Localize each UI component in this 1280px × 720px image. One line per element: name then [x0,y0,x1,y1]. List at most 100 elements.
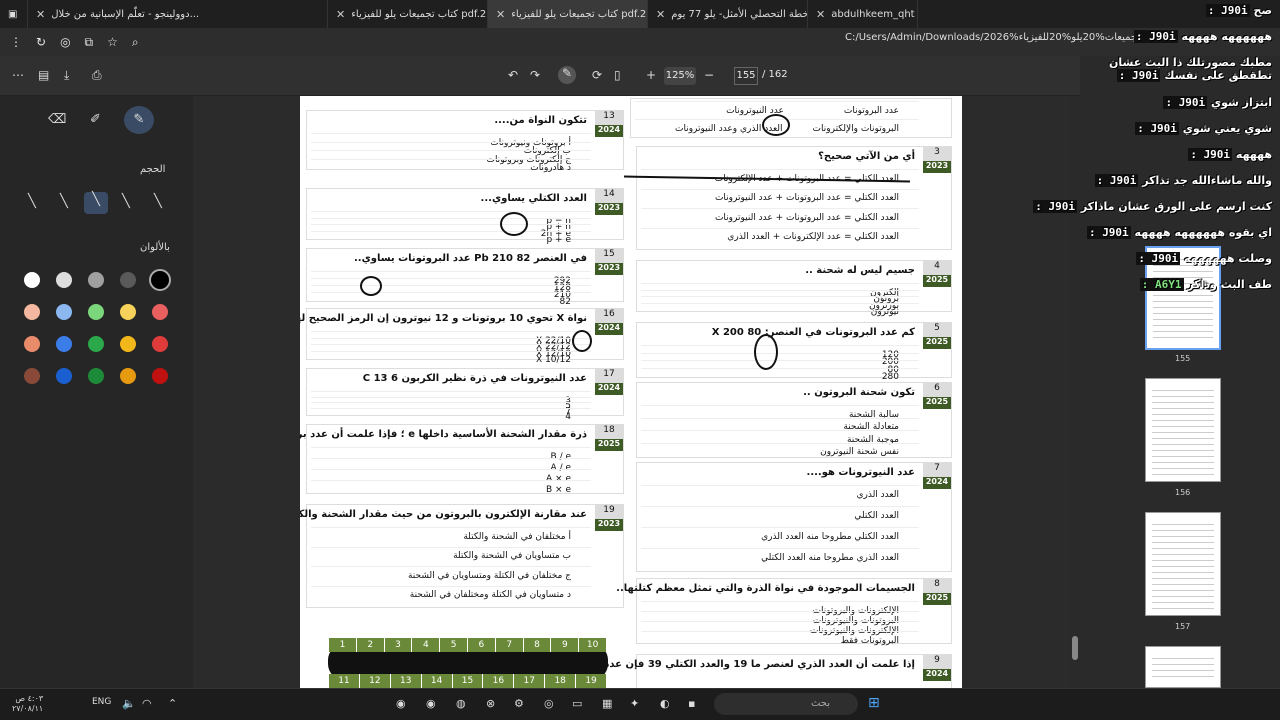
refresh-icon[interactable]: ↻ [36,35,46,49]
question-card: 9 2024 إذا علمت أن العدد الذري لعنصر ما 19… [501,654,952,688]
print-icon[interactable]: ⎙ [92,68,102,83]
question-number: 13 [595,111,623,125]
app-icon[interactable]: ◉ [396,697,406,710]
color-swatch[interactable] [88,272,104,288]
undo-icon[interactable]: ↶ [508,68,518,82]
thumbnail-label: 156 [1175,488,1191,497]
color-swatch[interactable] [152,336,168,352]
redo-icon[interactable]: ↷ [530,68,540,82]
tab[interactable]: ✕كتاب تجميعات يلو للفيزياء pdf.26 [328,0,488,28]
volume-icon[interactable]: 🔈 [122,697,136,710]
question-card: عدد البروتونات عدد النيوترونات البروتونات… [630,98,952,138]
question-card: 3 2023 أي من الآتي صحيح؟ العدد الكتلي = عدد… [636,146,952,250]
size-option[interactable]: ╲ [122,194,130,209]
store-icon[interactable]: ▦ [602,697,612,710]
size-option[interactable]: ╲ [60,194,68,209]
chrome-icon[interactable]: ◎ [544,697,554,710]
xbox-icon[interactable]: ⊗ [486,697,495,710]
color-swatch[interactable] [56,304,72,320]
extensions-icon[interactable]: ⧉ [85,35,94,50]
menu-icon[interactable]: ⋮ [10,35,22,49]
thumbnail-page[interactable] [1145,378,1221,482]
settings-icon[interactable]: ⚙ [514,697,524,710]
taskbar-search[interactable]: بحث [714,693,858,715]
settings-icon[interactable]: ◎ [60,35,70,49]
color-swatch[interactable] [88,336,104,352]
thumbnail-page[interactable] [1145,512,1221,616]
pen-icon[interactable]: ✎ [124,106,154,134]
tab[interactable]: ✕ دوولينجو - تعلّم الإسبانية من خلال... [28,0,328,28]
color-swatch[interactable] [120,368,136,384]
year-badge: 2024 [595,383,623,395]
question-number: 16 [595,309,623,323]
color-swatch[interactable] [120,304,136,320]
tab-active[interactable]: ✕كتاب تجميعات يلو للفيزياء pdf.26 [488,0,648,28]
question-card: 13 2024 تتكون النواة من.... أ بروتونات ونيو… [306,110,624,173]
windows-start-icon[interactable]: ⊞ [868,695,880,711]
folder-icon[interactable]: ▭ [572,697,582,710]
color-swatch[interactable] [24,304,40,320]
size-option-selected[interactable]: ╲ [84,192,108,214]
color-swatch[interactable] [152,368,168,384]
answer-cell: 12 [358,674,390,688]
highlighter-icon[interactable]: ✐ [90,112,101,127]
scroll-thumb[interactable] [1072,636,1078,660]
discord-icon[interactable]: ◍ [456,697,466,710]
color-swatch[interactable] [24,368,40,384]
question-card: 17 2024 عدد النيوترونات في ذرة نظير الكربو… [306,368,624,422]
close-icon[interactable]: ✕ [656,8,665,21]
app-icon[interactable]: ▪ [688,697,695,710]
more-icon[interactable]: ⋯ [12,68,24,82]
chat-username: J90i : [1094,174,1139,187]
size-option[interactable]: ╲ [28,194,36,209]
tab[interactable]: ✕abdulhkeem_qht Stream - [808,0,918,28]
save-icon[interactable]: ▤ [38,68,49,82]
pen-mark [762,114,790,136]
color-swatch[interactable] [88,368,104,384]
color-swatch[interactable] [24,336,40,352]
page-number-input[interactable]: 155 [734,67,758,85]
favorite-icon[interactable]: ☆ [107,35,118,49]
copilot-icon[interactable]: ✦ [630,697,639,710]
chat-message: اي بقوه ههههههه ههههه J90i : [1086,226,1272,239]
zoom-in-icon[interactable]: + [646,68,656,82]
close-icon[interactable]: ✕ [336,8,345,21]
window-menu-icon[interactable]: ▣ [0,0,28,28]
color-swatch[interactable] [120,336,136,352]
app-icon[interactable]: ◉ [426,697,436,710]
answer-cell: 2 [355,638,384,652]
color-swatch[interactable] [149,269,171,291]
color-swatch[interactable] [56,272,72,288]
zoom-out-icon[interactable]: − [704,68,714,82]
color-swatch[interactable] [24,272,40,288]
chat-username: J90i : [1188,148,1233,161]
clock[interactable]: ٤:٠٣ ص ٢٧/٠٨/١١ [12,694,43,714]
draw-icon[interactable]: ✎ [558,66,576,84]
tab[interactable]: ✕ خطة التحصلي الأمثل- يلو 77 يوم [648,0,808,28]
answer-cell: 5 [439,638,468,652]
eraser-icon[interactable]: ⌫ [48,112,66,127]
language-indicator[interactable]: ENG [92,697,111,707]
close-icon[interactable]: ✕ [36,8,45,21]
size-option[interactable]: ╲ [154,194,162,209]
fit-page-icon[interactable]: ▯ [614,68,621,82]
wifi-icon[interactable]: ◠ [142,697,152,710]
ink-tool-panel: ⌫ ✐ ✎ الحجم ╲ ╲ ╲ ╲ ╲ بالألوان [0,96,193,688]
color-swatch[interactable] [88,304,104,320]
download-icon[interactable]: ⤓ [64,68,69,83]
color-swatch[interactable] [120,272,136,288]
thumbnail-label: 157 [1175,622,1191,631]
thumbnail-page[interactable] [1145,646,1221,688]
color-swatch[interactable] [56,336,72,352]
rotate-icon[interactable]: ⟳ [592,68,602,82]
color-swatch[interactable] [56,368,72,384]
zoom-level[interactable]: 125% [664,67,696,85]
chevron-up-icon[interactable]: ⌃ [168,697,177,710]
color-swatch[interactable] [152,304,168,320]
edge-icon[interactable]: ◐ [660,697,670,710]
close-icon[interactable]: ✕ [496,8,505,21]
year-badge: 2025 [923,593,951,605]
answer-cell: 18 [544,674,576,688]
zoom-icon[interactable]: ⌕ [132,35,139,50]
close-icon[interactable]: ✕ [816,8,825,21]
